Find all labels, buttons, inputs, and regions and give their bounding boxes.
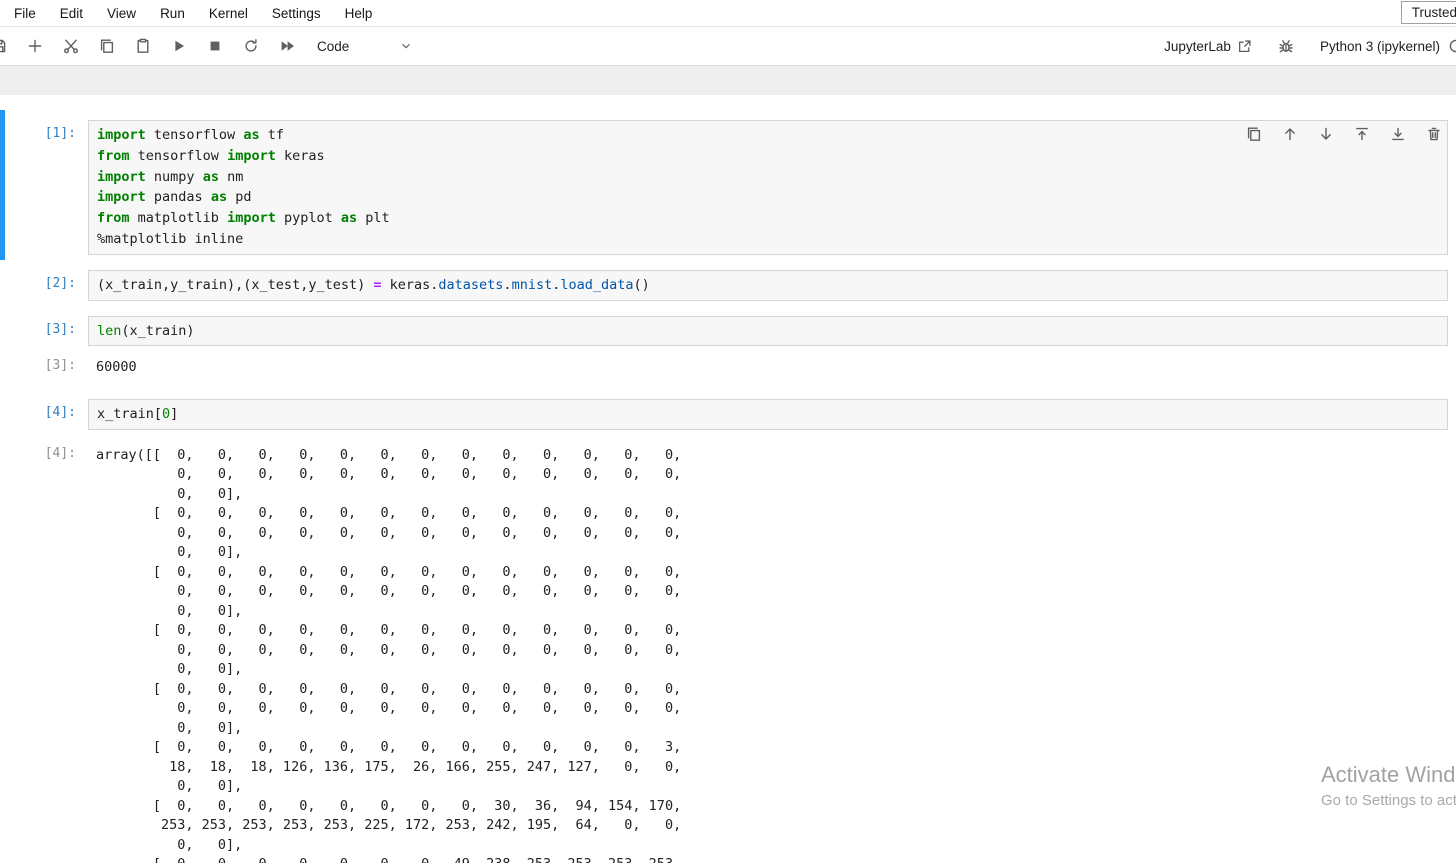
fast-forward-icon bbox=[281, 41, 294, 51]
kernel-selector[interactable]: Python 3 (ipykernel) bbox=[1320, 38, 1456, 54]
notebook-area: [1]: import tensorflow as tf from tensorf… bbox=[0, 95, 1456, 863]
jupyterlab-link[interactable]: JupyterLab bbox=[1164, 39, 1252, 54]
input-prompt-1: [1]: bbox=[44, 126, 76, 141]
debugger-button[interactable] bbox=[1278, 38, 1294, 54]
delete-cell-button[interactable] bbox=[1426, 126, 1442, 142]
output-text-4: array([[ 0, 0, 0, 0, 0, 0, 0, 0, 0, 0, 0… bbox=[96, 446, 682, 863]
output-content-3: 60000 bbox=[88, 358, 1456, 378]
input-prompt-2: [2]: bbox=[44, 275, 76, 291]
activate-windows-watermark: Activate Windows Go to Settings to activ… bbox=[1321, 760, 1456, 812]
kernel-name-label: Python 3 (ipykernel) bbox=[1319, 38, 1440, 54]
external-link-icon bbox=[1238, 39, 1251, 52]
copy-cells-button[interactable] bbox=[99, 38, 115, 54]
kernel-status-icon bbox=[1449, 39, 1456, 53]
notebook-toolbar: Code JupyterLab Python 3 (ipykernel) bbox=[0, 27, 1456, 66]
arrow-up-icon bbox=[1285, 128, 1295, 141]
insert-cell-below-button[interactable] bbox=[1390, 126, 1406, 142]
cell-type-dropdown[interactable]: Code bbox=[317, 39, 413, 54]
save-button[interactable] bbox=[0, 38, 7, 54]
code-cell-4: [4]: x_train[0] bbox=[0, 398, 1456, 430]
duplicate-cell-button[interactable] bbox=[1246, 126, 1262, 142]
move-cell-up-button[interactable] bbox=[1282, 126, 1298, 142]
insert-cell-above-button[interactable] bbox=[1354, 126, 1370, 142]
code-editor-3[interactable]: len(x_train) bbox=[88, 315, 1448, 347]
chevron-down-icon bbox=[402, 44, 410, 49]
watermark-line2: Go to Settings to activate Windows. bbox=[1321, 792, 1456, 809]
cell-toolbar bbox=[1246, 126, 1442, 142]
input-prompt-3: [3]: bbox=[44, 321, 76, 337]
copy-icon bbox=[100, 39, 114, 53]
output-area-3: [3]: 60000 bbox=[0, 346, 1456, 384]
arrow-down-icon bbox=[1321, 127, 1331, 140]
code-content-2: (x_train,y_train),(x_test,y_test) = kera… bbox=[97, 276, 650, 293]
play-icon bbox=[175, 40, 184, 52]
code-content-3: len(x_train) bbox=[97, 322, 195, 339]
code-cell-2: [2]: (x_train,y_train),(x_test,y_test) =… bbox=[0, 269, 1456, 301]
cut-cells-button[interactable] bbox=[63, 38, 79, 54]
jupyter-notebook-app: { "menu": { "items": ["File", "Edit", "V… bbox=[0, 0, 1456, 863]
menu-bar: File Edit View Run Kernel Settings Help … bbox=[0, 0, 1456, 27]
output-prompt-4: [4]: bbox=[44, 445, 76, 461]
stop-icon bbox=[210, 41, 220, 51]
save-icon bbox=[0, 39, 6, 53]
trash-icon bbox=[1428, 127, 1440, 141]
notebook-panel-gap bbox=[0, 66, 1456, 95]
paste-icon bbox=[137, 38, 149, 53]
scissors-icon bbox=[64, 39, 78, 54]
code-cell-3: [3]: len(x_train) bbox=[0, 315, 1456, 347]
output-prompt-3: [3]: bbox=[44, 358, 76, 374]
watermark-line1: Activate Windows bbox=[1321, 762, 1456, 787]
paste-cells-button[interactable] bbox=[135, 38, 151, 54]
active-cell-indicator[interactable] bbox=[0, 110, 5, 260]
input-prompt-4: [4]: bbox=[44, 404, 76, 420]
run-cell-button[interactable] bbox=[171, 38, 187, 54]
code-cell-1: [1]: import tensorflow as tf from tensorf… bbox=[0, 120, 1456, 255]
menu-help[interactable]: Help bbox=[333, 2, 385, 25]
code-editor-4[interactable]: x_train[0] bbox=[88, 398, 1448, 430]
menu-settings[interactable]: Settings bbox=[260, 2, 333, 25]
code-content-4: x_train[0] bbox=[97, 405, 179, 422]
output-area-4: [4]: array([[ 0, 0, 0, 0, 0, 0, 0, 0, 0,… bbox=[0, 430, 1456, 863]
menu-view[interactable]: View bbox=[95, 2, 148, 25]
jupyterlab-label: JupyterLab bbox=[1164, 38, 1231, 54]
move-cell-down-button[interactable] bbox=[1318, 126, 1334, 142]
insert-above-icon bbox=[1356, 127, 1368, 141]
cell-type-value: Code bbox=[317, 38, 350, 54]
menu-edit[interactable]: Edit bbox=[48, 2, 95, 25]
menu-run[interactable]: Run bbox=[148, 2, 197, 25]
restart-kernel-button[interactable] bbox=[243, 38, 259, 54]
restart-icon bbox=[245, 39, 257, 52]
menu-kernel[interactable]: Kernel bbox=[197, 2, 260, 25]
output-text-3: 60000 bbox=[96, 359, 137, 376]
interrupt-kernel-button[interactable] bbox=[207, 38, 223, 54]
code-editor-1[interactable]: import tensorflow as tf from tensorflow i… bbox=[88, 120, 1448, 255]
bug-icon bbox=[1279, 40, 1293, 53]
toolbar-right: JupyterLab Python 3 (ipykernel) bbox=[1164, 38, 1456, 54]
code-editor-2[interactable]: (x_train,y_train),(x_test,y_test) = kera… bbox=[88, 269, 1448, 301]
duplicate-icon bbox=[1247, 127, 1261, 141]
code-content-1: import tensorflow as tf from tensorflow i… bbox=[97, 127, 390, 247]
output-content-4: array([[ 0, 0, 0, 0, 0, 0, 0, 0, 0, 0, 0… bbox=[88, 446, 1456, 863]
plus-icon bbox=[28, 39, 42, 53]
restart-run-all-button[interactable] bbox=[279, 38, 295, 54]
menu-file[interactable]: File bbox=[2, 2, 48, 25]
trusted-button[interactable]: Trusted bbox=[1400, 1, 1456, 24]
insert-below-icon bbox=[1392, 127, 1404, 141]
insert-cell-button[interactable] bbox=[27, 38, 43, 54]
